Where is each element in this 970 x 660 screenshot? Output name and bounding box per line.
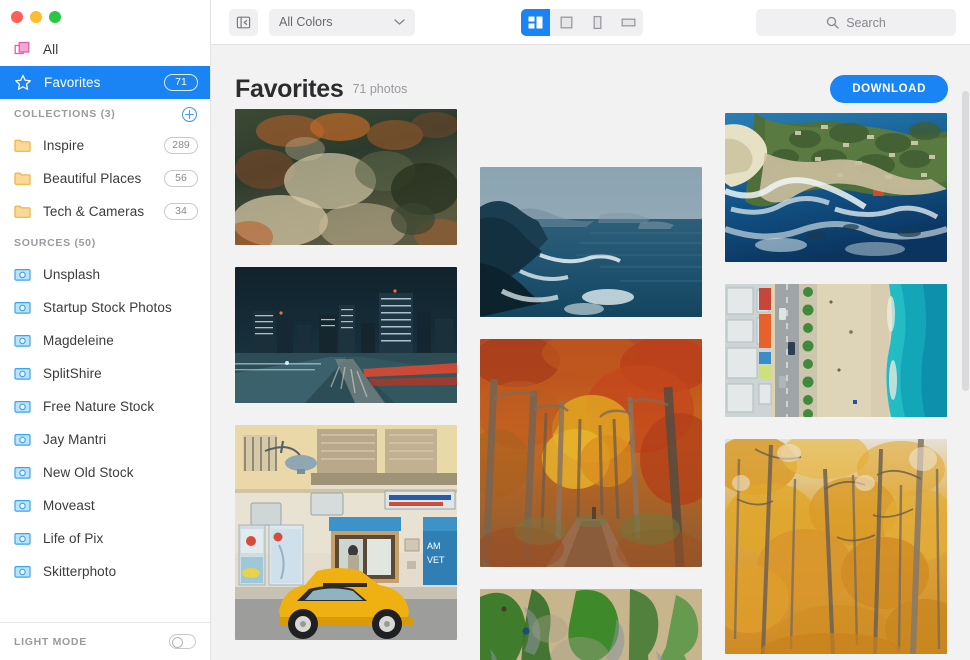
collection-count-badge: 34 <box>164 203 198 220</box>
camera-icon <box>14 531 31 546</box>
sidebar-collection-inspire[interactable]: Inspire 289 <box>0 129 210 162</box>
chevron-down-icon <box>394 18 405 26</box>
star-icon <box>14 74 32 92</box>
photo-aerial-coastal-town[interactable] <box>725 113 947 262</box>
sidebar-item-all[interactable]: All <box>0 33 210 66</box>
toolbar: All Colors <box>211 0 970 45</box>
content-scroll-area: Favorites 71 photos DOWNLOAD <box>211 45 970 660</box>
svg-text:VET: VET <box>427 555 445 565</box>
source-label: Moveast <box>43 498 95 513</box>
folder-icon <box>14 171 31 186</box>
collections-section-header: COLLECTIONS (3) <box>0 99 210 129</box>
camera-icon <box>14 366 31 381</box>
camera-icon <box>14 333 31 348</box>
sidebar: All Favorites 71 COLLECTIONS (3) <box>0 0 211 660</box>
sidebar-item-label: All <box>43 42 58 57</box>
camera-icon <box>14 267 31 282</box>
color-filter-value: All Colors <box>279 15 333 29</box>
close-window-button[interactable] <box>11 11 23 23</box>
photo-grid: AM VET <box>211 109 970 660</box>
vertical-scrollbar[interactable] <box>962 91 969 391</box>
sidebar-source-magdeleine[interactable]: Magdeleine <box>0 324 210 357</box>
sidebar-source-moveast[interactable]: Moveast <box>0 489 210 522</box>
photo-aerial-turquoise-beach[interactable] <box>725 284 947 417</box>
camera-icon <box>14 564 31 579</box>
photo-aerial-autumn-forest[interactable] <box>235 109 457 245</box>
sidebar-source-free-nature-stock[interactable]: Free Nature Stock <box>0 390 210 423</box>
collection-label: Inspire <box>43 138 84 153</box>
source-label: SplitShire <box>43 366 102 381</box>
source-label: Unsplash <box>43 267 100 282</box>
photo-aerial-green-ridges-dirt[interactable] <box>480 589 702 660</box>
page-header: Favorites 71 photos DOWNLOAD <box>211 45 970 109</box>
square-view-icon[interactable] <box>552 9 581 36</box>
camera-icon <box>14 300 31 315</box>
source-label: Jay Mantri <box>43 432 106 447</box>
sidebar-source-skitterphoto[interactable]: Skitterphoto <box>0 555 210 588</box>
source-label: Magdeleine <box>43 333 114 348</box>
view-mode-group <box>521 9 643 36</box>
sidebar-source-life-of-pix[interactable]: Life of Pix <box>0 522 210 555</box>
collection-count-badge: 56 <box>164 170 198 187</box>
sidebar-source-unsplash[interactable]: Unsplash <box>0 258 210 291</box>
landscape-view-icon[interactable] <box>614 9 643 36</box>
source-label: Skitterphoto <box>43 564 116 579</box>
photo-column <box>725 113 947 654</box>
search-input[interactable]: Search <box>756 9 956 36</box>
main-area: All Colors <box>211 0 970 660</box>
photo-misty-blue-coastline[interactable] <box>480 167 702 317</box>
photo-golden-autumn-forest-canopy[interactable] <box>725 439 947 654</box>
zoom-window-button[interactable] <box>49 11 61 23</box>
svg-text:AM: AM <box>427 541 441 551</box>
photo-column: AM VET <box>235 109 457 640</box>
sidebar-source-splitshire[interactable]: SplitShire <box>0 357 210 390</box>
source-label: Free Nature Stock <box>43 399 154 414</box>
camera-icon <box>14 432 31 447</box>
search-icon <box>826 16 839 29</box>
favorites-count-badge: 71 <box>164 74 198 91</box>
minimize-window-button[interactable] <box>30 11 42 23</box>
photo-count-label: 71 photos <box>352 82 407 96</box>
sidebar-source-new-old-stock[interactable]: New Old Stock <box>0 456 210 489</box>
source-label: Startup Stock Photos <box>43 300 172 315</box>
plus-circle-icon[interactable] <box>181 106 198 123</box>
collection-count-badge: 289 <box>164 137 198 154</box>
collection-label: Tech & Cameras <box>43 204 144 219</box>
photo-autumn-tree-lined-path[interactable] <box>480 339 702 567</box>
sources-section-header: SOURCES (50) <box>0 228 210 258</box>
sidebar-source-jay-mantri[interactable]: Jay Mantri <box>0 423 210 456</box>
collections-section-label: COLLECTIONS (3) <box>14 108 116 120</box>
sidebar-source-startup-stock-photos[interactable]: Startup Stock Photos <box>0 291 210 324</box>
sidebar-item-label: Favorites <box>44 75 100 90</box>
light-mode-label: LIGHT MODE <box>14 636 87 648</box>
portrait-view-icon[interactable] <box>583 9 612 36</box>
photo-night-city-skyline-light-trails[interactable] <box>235 267 457 403</box>
light-mode-toggle[interactable] <box>169 634 196 649</box>
folder-icon <box>14 204 31 219</box>
photo-column <box>480 167 702 660</box>
camera-icon <box>14 465 31 480</box>
window-traffic-lights <box>0 0 210 33</box>
collection-label: Beautiful Places <box>43 171 141 186</box>
source-label: New Old Stock <box>43 465 134 480</box>
color-filter-dropdown[interactable]: All Colors <box>269 9 415 36</box>
search-placeholder: Search <box>846 16 886 30</box>
stacked-squares-icon <box>14 41 31 58</box>
photo-yellow-fiat-italian-street[interactable]: AM VET <box>235 425 457 640</box>
camera-icon <box>14 498 31 513</box>
folder-icon <box>14 138 31 153</box>
download-button[interactable]: DOWNLOAD <box>830 75 948 103</box>
app-window: All Favorites 71 COLLECTIONS (3) <box>0 0 970 660</box>
page-title: Favorites <box>235 75 343 104</box>
sidebar-collection-tech-and-cameras[interactable]: Tech & Cameras 34 <box>0 195 210 228</box>
sidebar-scroll-area: All Favorites 71 COLLECTIONS (3) <box>0 33 210 618</box>
grid-view-icon[interactable] <box>521 9 550 36</box>
source-label: Life of Pix <box>43 531 103 546</box>
sources-section-label: SOURCES (50) <box>14 237 96 249</box>
light-mode-row: LIGHT MODE <box>0 622 210 660</box>
sidebar-item-favorites[interactable]: Favorites 71 <box>0 66 210 99</box>
camera-icon <box>14 399 31 414</box>
sidebar-collection-beautiful-places[interactable]: Beautiful Places 56 <box>0 162 210 195</box>
collapse-sidebar-icon[interactable] <box>229 9 258 36</box>
